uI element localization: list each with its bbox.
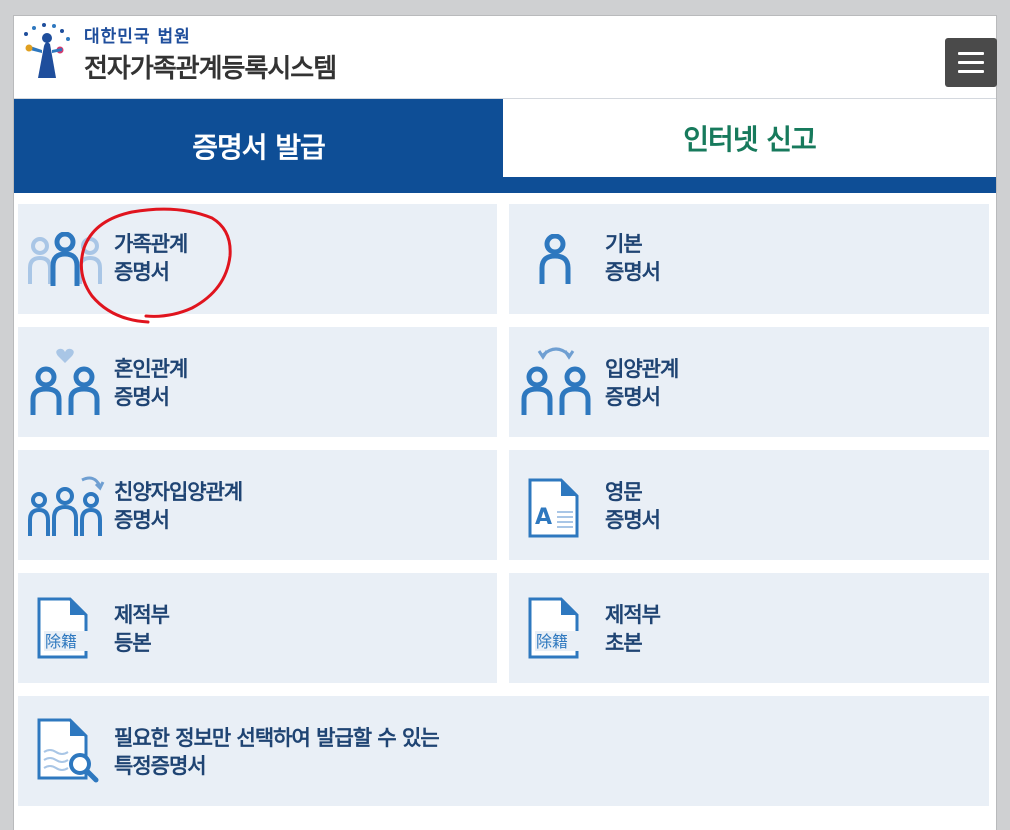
card-label-line2: 특정증명서 xyxy=(114,754,207,778)
card-label-line2: 증명서 xyxy=(114,385,170,409)
removed-register-text: 除籍 xyxy=(45,632,77,651)
hamburger-icon-bar xyxy=(958,52,984,55)
hamburger-icon-bar xyxy=(958,70,984,73)
couple-heart-icon xyxy=(30,348,100,415)
family-icon xyxy=(28,232,102,286)
certificate-grid: 가족관계 증명서 기본 증명서 혼인관계 증명서 입양관계 증명서 친양자입양관… xyxy=(14,193,996,830)
hamburger-icon-bar xyxy=(958,61,984,64)
english-document-icon: A xyxy=(528,478,579,538)
app-frame: 대한민국 법원 전자가족관계등록시스템 증명서 발급 인터넷 신고 가족관계 증… xyxy=(14,16,997,830)
card-marriage-certificate[interactable]: 혼인관계 증명서 xyxy=(18,327,497,437)
person-icon xyxy=(539,234,571,284)
card-adoption-certificate[interactable]: 입양관계 증명서 xyxy=(509,327,989,437)
card-removed-register-copy[interactable]: 除籍 제적부 등본 xyxy=(18,573,497,683)
card-label-line2: 등본 xyxy=(114,631,152,655)
document-search-icon xyxy=(37,718,99,783)
court-name: 대한민국 법원 xyxy=(84,27,191,47)
card-label-line1: 기본 xyxy=(605,232,643,256)
adoption-icon xyxy=(521,347,591,415)
card-basic-certificate[interactable]: 기본 증명서 xyxy=(509,204,989,314)
removed-register-document-icon: 除籍 xyxy=(37,597,100,659)
menu-button[interactable] xyxy=(945,38,997,87)
removed-register-text: 除籍 xyxy=(536,632,568,651)
header: 대한민국 법원 전자가족관계등록시스템 xyxy=(14,16,997,99)
removed-register-document-icon: 除籍 xyxy=(528,597,591,659)
card-label-line2: 초본 xyxy=(605,631,643,655)
card-label-line1: 혼인관계 xyxy=(114,357,188,381)
card-label-line1: 필요한 정보만 선택하여 발급할 수 있는 xyxy=(114,726,440,750)
card-label-line1: 가족관계 xyxy=(114,232,188,256)
certificate-panel: 가족관계 증명서 기본 증명서 혼인관계 증명서 입양관계 증명서 친양자입양관… xyxy=(14,177,996,830)
card-specific-certificate[interactable]: 필요한 정보만 선택하여 발급할 수 있는 특정증명서 xyxy=(18,696,989,806)
card-label-line1: 제적부 xyxy=(114,603,170,627)
tab-internet-report[interactable]: 인터넷 신고 xyxy=(503,99,996,177)
card-english-certificate[interactable]: A 영문 증명서 xyxy=(509,450,989,560)
card-label-line2: 증명서 xyxy=(114,260,170,284)
card-removed-register-extract[interactable]: 除籍 제적부 초본 xyxy=(509,573,989,683)
court-logo-icon xyxy=(24,23,70,78)
card-family-relation-certificate[interactable]: 가족관계 증명서 xyxy=(18,204,497,314)
system-title[interactable]: 전자가족관계등록시스템 xyxy=(84,48,337,85)
card-label-line1: 영문 xyxy=(605,480,643,504)
card-label-line2: 증명서 xyxy=(605,385,661,409)
card-label-line2: 증명서 xyxy=(605,508,661,532)
adoption-family-icon xyxy=(28,476,105,536)
card-label-line2: 증명서 xyxy=(605,260,661,284)
card-full-adoption-certificate[interactable]: 친양자입양관계 증명서 xyxy=(18,450,497,560)
card-label-line1: 입양관계 xyxy=(605,357,679,381)
card-label-line2: 증명서 xyxy=(114,508,170,532)
card-label-line1: 제적부 xyxy=(605,603,661,627)
card-label-line1: 친양자입양관계 xyxy=(114,480,243,504)
english-letter-text: A xyxy=(535,505,552,530)
